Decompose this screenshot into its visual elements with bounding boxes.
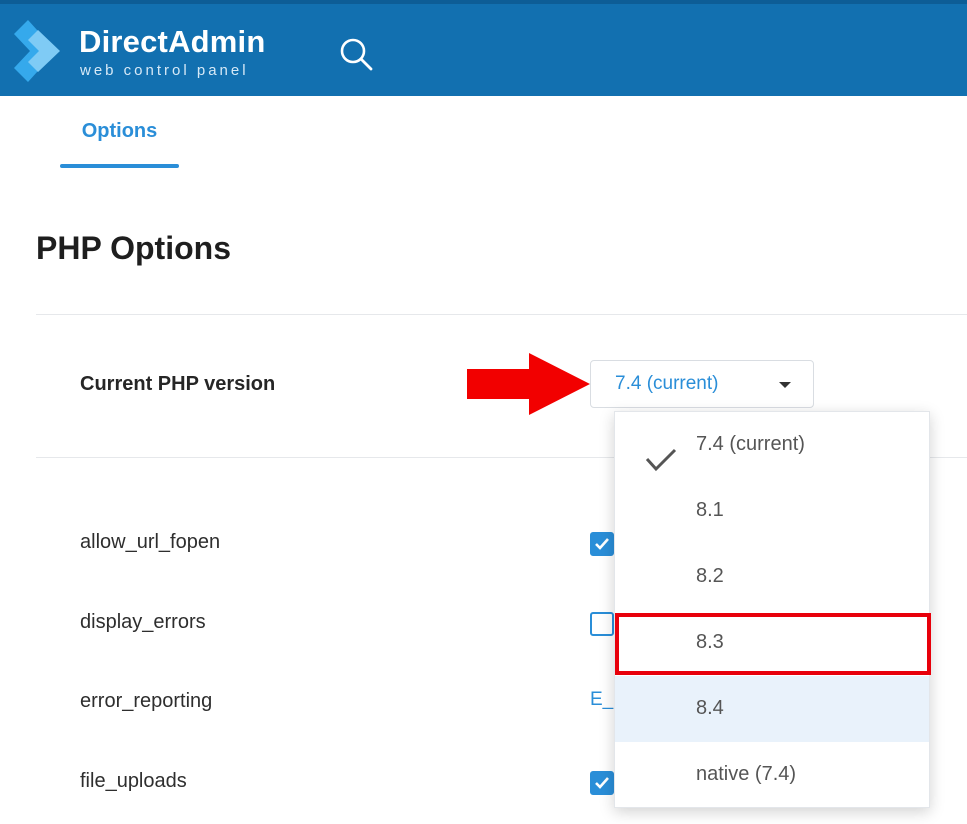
dropdown-option-label: 8.1 bbox=[696, 499, 724, 521]
dropdown-option-8-4[interactable]: 8.4 bbox=[615, 676, 929, 742]
tab-options-label: Options bbox=[81, 120, 158, 142]
setting-label-file-uploads: file_uploads bbox=[80, 770, 187, 792]
dropdown-option-native-7-4[interactable]: native (7.4) bbox=[615, 742, 929, 808]
php-version-select[interactable]: 7.4 (current) bbox=[590, 360, 814, 408]
tab-active-indicator bbox=[60, 164, 179, 168]
dropdown-option-7-4-current[interactable]: 7.4 (current) bbox=[615, 412, 929, 478]
red-arrow-icon bbox=[467, 353, 590, 415]
dropdown-option-label: 8.4 bbox=[696, 697, 724, 719]
dropdown-option-label: 8.2 bbox=[696, 565, 724, 587]
checkmark-icon bbox=[595, 538, 609, 550]
check-icon bbox=[645, 448, 677, 472]
php-version-dropdown-menu: 7.4 (current) 8.1 8.2 8.3 8.4 native (7.… bbox=[614, 411, 930, 808]
setting-label-allow-url-fopen: allow_url_fopen bbox=[80, 531, 221, 553]
dropdown-option-8-2[interactable]: 8.2 bbox=[615, 544, 929, 610]
file-uploads-checkbox[interactable] bbox=[590, 771, 614, 795]
dropdown-option-8-3[interactable]: 8.3 bbox=[615, 610, 929, 676]
error-reporting-value[interactable]: E_ bbox=[590, 689, 613, 711]
caret-down-icon bbox=[779, 382, 791, 388]
directadmin-logo-icon[interactable] bbox=[14, 20, 68, 82]
search-icon[interactable] bbox=[336, 34, 376, 74]
dropdown-option-label: 7.4 (current) bbox=[696, 433, 805, 455]
page-title: PHP Options bbox=[36, 230, 231, 266]
tab-options[interactable]: Options bbox=[60, 96, 179, 168]
allow-url-fopen-checkbox[interactable] bbox=[590, 532, 614, 556]
logo-subtitle: web control panel bbox=[80, 62, 249, 79]
dropdown-option-label: native (7.4) bbox=[696, 763, 797, 785]
top-header: DirectAdmin web control panel bbox=[0, 0, 967, 96]
checkmark-icon bbox=[595, 777, 609, 789]
section-divider-top bbox=[36, 314, 967, 315]
dropdown-option-8-1[interactable]: 8.1 bbox=[615, 478, 929, 544]
php-version-selected-value: 7.4 (current) bbox=[615, 373, 719, 394]
logo-title: DirectAdmin bbox=[79, 24, 266, 59]
display-errors-checkbox[interactable] bbox=[590, 612, 614, 636]
php-version-label: Current PHP version bbox=[80, 373, 276, 395]
setting-label-error-reporting: error_reporting bbox=[80, 690, 213, 712]
dropdown-option-label: 8.3 bbox=[696, 631, 724, 653]
setting-label-display-errors: display_errors bbox=[80, 611, 206, 633]
